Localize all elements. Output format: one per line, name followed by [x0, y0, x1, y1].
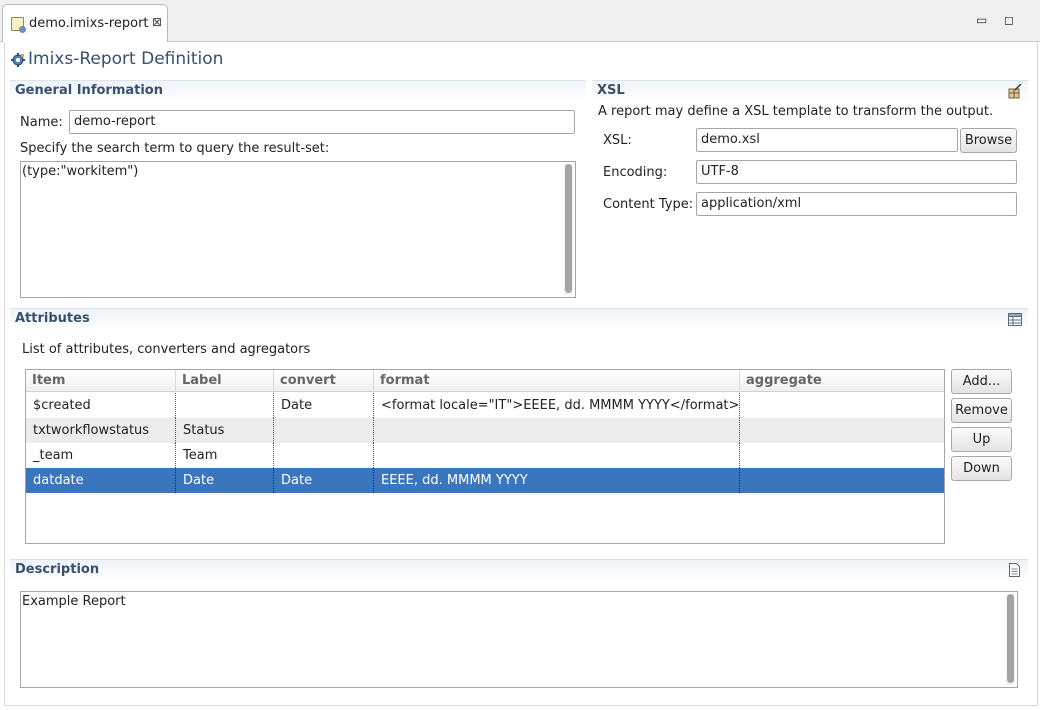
attributes-table[interactable]: Item Label convert format aggregate $cre…	[25, 369, 945, 544]
name-label: Name:	[20, 115, 63, 130]
xsl-label: XSL:	[603, 133, 632, 148]
table-icon[interactable]	[1008, 313, 1022, 326]
attributes-description: List of attributes, converters and agreg…	[22, 342, 311, 357]
cell-format	[374, 418, 740, 443]
cell-aggregate	[740, 468, 944, 493]
xsl-section[interactable]: XSL	[592, 80, 1028, 102]
attributes-title: Attributes	[15, 311, 90, 326]
column-header-format[interactable]: format	[374, 370, 740, 392]
column-header-aggregate[interactable]: aggregate	[740, 370, 944, 392]
description-section[interactable]: Description	[10, 559, 1028, 581]
cell-format	[374, 443, 740, 468]
table-row[interactable]: txtworkflowstatus Status	[26, 418, 944, 443]
content-type-label: Content Type:	[603, 197, 694, 212]
xsl-input[interactable]: demo.xsl	[696, 128, 958, 152]
cell-label	[176, 393, 274, 418]
cell-format: EEEE, dd. MMMM YYYY	[374, 468, 740, 493]
column-header-item[interactable]: Item	[26, 370, 176, 392]
cell-label: Team	[176, 443, 274, 468]
close-tab-icon[interactable]: ⊠	[152, 15, 162, 29]
cell-aggregate	[740, 443, 944, 468]
column-header-label[interactable]: Label	[176, 370, 274, 392]
table-row[interactable]: _team Team	[26, 443, 944, 468]
description-textarea[interactable]: Example Report	[20, 591, 1018, 688]
query-text: (type:"workitem")	[22, 164, 139, 179]
cell-item: $created	[26, 393, 176, 418]
cell-convert	[274, 418, 374, 443]
browse-button[interactable]: Browse	[960, 128, 1017, 153]
cell-item: txtworkflowstatus	[26, 418, 176, 443]
cell-label: Status	[176, 418, 274, 443]
table-row[interactable]: $created Date <format locale="IT">EEEE, …	[26, 393, 944, 418]
xsl-title: XSL	[597, 83, 625, 98]
cell-convert: Date	[274, 468, 374, 493]
query-label: Specify the search term to query the res…	[20, 141, 330, 156]
description-scrollbar[interactable]	[1006, 594, 1015, 685]
query-scrollbar[interactable]	[564, 164, 573, 295]
cell-convert: Date	[274, 393, 374, 418]
editor-tab-title: demo.imixs-report	[29, 16, 149, 31]
form-title: Imixs-Report Definition	[28, 49, 224, 69]
xsl-template-icon[interactable]	[1007, 84, 1022, 99]
remove-button[interactable]: Remove	[951, 398, 1012, 423]
gear-icon	[11, 53, 25, 67]
table-row-selected[interactable]: datdate Date Date EEEE, dd. MMMM YYYY	[26, 468, 944, 493]
document-icon[interactable]	[1009, 563, 1020, 577]
cell-label: Date	[176, 468, 274, 493]
cell-convert	[274, 443, 374, 468]
encoding-label: Encoding:	[603, 165, 668, 180]
cell-format: <format locale="IT">EEEE, dd. MMMM YYYY<…	[374, 393, 740, 418]
query-textarea[interactable]: (type:"workitem")	[20, 161, 576, 298]
table-header: Item Label convert format aggregate	[26, 370, 944, 392]
down-button[interactable]: Down	[951, 456, 1012, 481]
report-file-icon	[11, 17, 26, 33]
cell-aggregate	[740, 393, 944, 418]
cell-item: _team	[26, 443, 176, 468]
maximize-icon[interactable]: ◻	[1004, 13, 1014, 27]
cell-aggregate	[740, 418, 944, 443]
xsl-description: A report may define a XSL template to tr…	[598, 104, 994, 119]
editor-tab[interactable]: demo.imixs-report ⊠	[2, 4, 168, 42]
general-information-section[interactable]: General Information	[10, 80, 586, 102]
column-header-convert[interactable]: convert	[274, 370, 374, 392]
minimize-icon[interactable]: ▭	[976, 13, 987, 27]
encoding-input[interactable]: UTF-8	[696, 160, 1017, 184]
name-input[interactable]: demo-report	[69, 110, 575, 134]
content-type-input[interactable]: application/xml	[696, 192, 1017, 216]
editor-tab-bar: demo.imixs-report ⊠ ▭ ◻	[0, 0, 1040, 42]
add-button[interactable]: Add...	[951, 369, 1012, 394]
general-information-title: General Information	[15, 83, 163, 98]
up-button[interactable]: Up	[951, 427, 1012, 452]
attributes-section[interactable]: Attributes	[10, 308, 1028, 330]
cell-item: datdate	[26, 468, 176, 493]
description-text: Example Report	[22, 594, 126, 609]
description-title: Description	[15, 562, 100, 577]
